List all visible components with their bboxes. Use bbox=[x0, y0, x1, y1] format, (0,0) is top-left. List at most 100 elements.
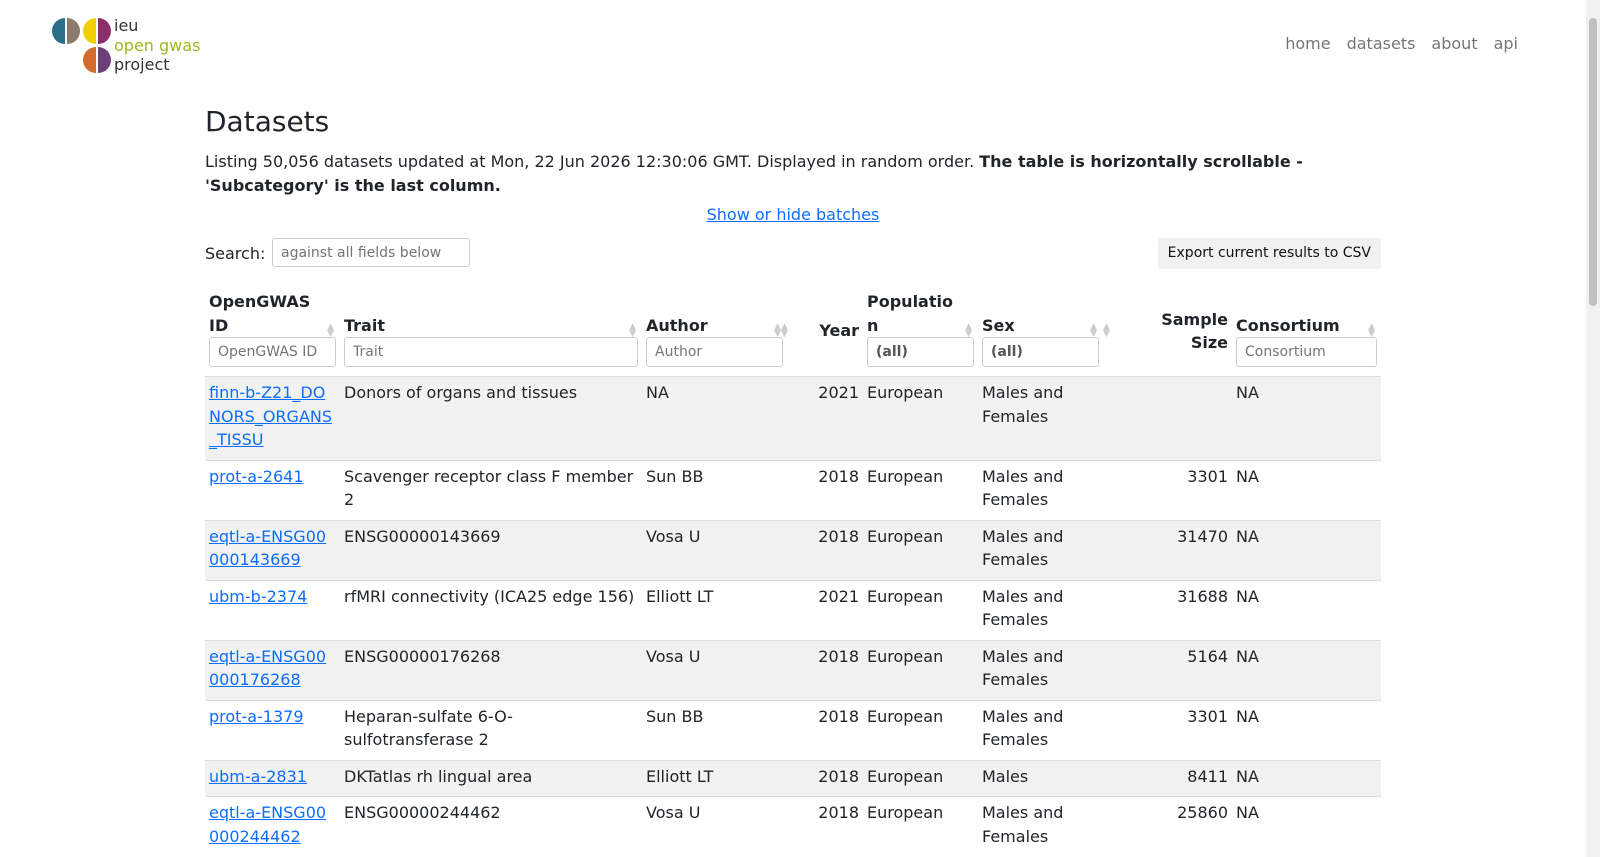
cell-consortium: NA bbox=[1232, 699, 1381, 760]
datasets-table: OpenGWAS ID ▲▼ Trait ▲▼ Author ▲▼ Year ▲… bbox=[205, 286, 1381, 856]
cell-trait: ENSG00000143669 bbox=[340, 519, 642, 580]
sort-icon: ▲ ▼ bbox=[965, 322, 972, 339]
cell-population: European bbox=[863, 376, 978, 460]
dataset-link[interactable]: eqtl-a-ENSG00000244462 bbox=[209, 803, 326, 846]
sort-icon: ▲ ▼ bbox=[774, 322, 781, 339]
cell-year: 2021 bbox=[787, 579, 863, 640]
cell-population: European bbox=[863, 796, 978, 856]
nav-about[interactable]: about bbox=[1431, 34, 1477, 53]
filter-consortium-input[interactable] bbox=[1236, 337, 1377, 367]
nav-datasets[interactable]: datasets bbox=[1347, 34, 1416, 53]
cell-trait: rfMRI connectivity (ICA25 edge 156) bbox=[340, 579, 642, 640]
show-hide-batches-link[interactable]: Show or hide batches bbox=[707, 205, 880, 224]
page-title: Datasets bbox=[205, 105, 330, 138]
cell-sex: Males and Females bbox=[978, 459, 1103, 520]
column-header-id[interactable]: OpenGWAS ID ▲ ▼ bbox=[205, 286, 340, 377]
table-body: finn-b-Z21_DONORS_ORGANS_TISSU Donors of… bbox=[205, 376, 1381, 856]
listing-description: Listing 50,056 datasets updated at Mon, … bbox=[205, 150, 1381, 197]
cell-year: 2018 bbox=[787, 796, 863, 856]
column-title-trait: Trait bbox=[344, 315, 385, 335]
dataset-link[interactable]: eqtl-a-ENSG00000143669 bbox=[209, 527, 326, 570]
global-search-input[interactable] bbox=[272, 238, 470, 267]
column-header-consortium[interactable]: Consortium ▲ ▼ bbox=[1232, 286, 1381, 377]
cell-consortium: NA bbox=[1232, 519, 1381, 580]
column-header-author[interactable]: Author ▲ ▼ bbox=[642, 286, 787, 377]
cell-id: eqtl-a-ENSG00000143669 bbox=[205, 519, 340, 580]
cell-id: ubm-a-2831 bbox=[205, 759, 340, 797]
cell-year: 2018 bbox=[787, 759, 863, 797]
search-label: Search: bbox=[205, 244, 266, 263]
sort-icon: ▲ ▼ bbox=[629, 322, 636, 339]
nav-home[interactable]: home bbox=[1285, 34, 1330, 53]
dataset-link[interactable]: eqtl-a-ENSG00000176268 bbox=[209, 647, 326, 690]
site-logo[interactable]: ieu open gwas project bbox=[52, 16, 212, 78]
cell-population: European bbox=[863, 459, 978, 520]
table-row: eqtl-a-ENSG00000244462 ENSG00000244462 V… bbox=[205, 796, 1381, 856]
cell-sample-size: 25860 bbox=[1103, 796, 1232, 856]
column-header-sample-size[interactable]: Sample Size ▲ ▼ bbox=[1103, 286, 1232, 377]
table-row: ubm-a-2831 DKTatlas rh lingual area Elli… bbox=[205, 759, 1381, 797]
cell-sample-size: 8411 bbox=[1103, 759, 1232, 797]
cell-consortium: NA bbox=[1232, 639, 1381, 700]
cell-author: Elliott LT bbox=[642, 759, 787, 797]
cell-id: eqtl-a-ENSG00000244462 bbox=[205, 796, 340, 856]
cell-population: European bbox=[863, 699, 978, 760]
cell-author: Vosa U bbox=[642, 796, 787, 856]
cell-population: European bbox=[863, 579, 978, 640]
logo-line-ieu: ieu bbox=[114, 16, 139, 35]
cell-sample-size: 31470 bbox=[1103, 519, 1232, 580]
cell-trait: ENSG00000176268 bbox=[340, 639, 642, 700]
cell-year: 2021 bbox=[787, 376, 863, 460]
column-title-population: Population bbox=[867, 292, 953, 335]
cell-trait: Donors of organs and tissues bbox=[340, 376, 642, 460]
filter-sex-select[interactable]: (all) bbox=[982, 337, 1099, 367]
cell-consortium: NA bbox=[1232, 759, 1381, 797]
nav-api[interactable]: api bbox=[1494, 34, 1518, 53]
dataset-link[interactable]: ubm-b-2374 bbox=[209, 587, 307, 606]
logo-line-project: project bbox=[114, 55, 170, 74]
cell-author: Vosa U bbox=[642, 519, 787, 580]
sort-icon: ▲ ▼ bbox=[327, 322, 334, 339]
cell-sample-size: 31688 bbox=[1103, 579, 1232, 640]
column-header-year[interactable]: Year ▲ ▼ bbox=[781, 286, 863, 377]
cell-author: Sun BB bbox=[642, 699, 787, 760]
table-row: prot-a-2641 Scavenger receptor class F m… bbox=[205, 459, 1381, 520]
cell-population: European bbox=[863, 639, 978, 700]
column-header-sex[interactable]: Sex ▲ ▼ (all) bbox=[978, 286, 1103, 377]
column-header-trait[interactable]: Trait ▲ ▼ bbox=[340, 286, 642, 377]
scrollbar-thumb[interactable] bbox=[1589, 18, 1597, 306]
cell-year: 2018 bbox=[787, 699, 863, 760]
dataset-link[interactable]: finn-b-Z21_DONORS_ORGANS_TISSU bbox=[209, 383, 332, 449]
sort-icon: ▲ ▼ bbox=[1090, 322, 1097, 339]
cell-sex: Males and Females bbox=[978, 639, 1103, 700]
table-header-row: OpenGWAS ID ▲▼ Trait ▲▼ Author ▲▼ Year ▲… bbox=[205, 286, 1381, 377]
column-header-population[interactable]: Population ▲ ▼ (all) bbox=[863, 286, 978, 377]
export-csv-button[interactable]: Export current results to CSV bbox=[1157, 238, 1381, 269]
dataset-link[interactable]: prot-a-2641 bbox=[209, 467, 304, 486]
dataset-link[interactable]: prot-a-1379 bbox=[209, 707, 304, 726]
table-row: finn-b-Z21_DONORS_ORGANS_TISSU Donors of… bbox=[205, 376, 1381, 460]
dataset-link[interactable]: ubm-a-2831 bbox=[209, 767, 307, 786]
column-title-id: OpenGWAS ID bbox=[209, 292, 311, 335]
cell-sex: Males and Females bbox=[978, 796, 1103, 856]
filter-author-input[interactable] bbox=[646, 337, 783, 367]
logo-mark-icon bbox=[52, 18, 111, 73]
page-scrollbar[interactable] bbox=[1586, 0, 1600, 857]
cell-population: European bbox=[863, 759, 978, 797]
cell-trait: ENSG00000244462 bbox=[340, 796, 642, 856]
site-header: ieu open gwas project home datasets abou… bbox=[0, 0, 1586, 90]
cell-sex: Males bbox=[978, 759, 1103, 797]
cell-id: ubm-b-2374 bbox=[205, 579, 340, 640]
cell-year: 2018 bbox=[787, 639, 863, 700]
filter-trait-input[interactable] bbox=[344, 337, 638, 367]
cell-consortium: NA bbox=[1232, 376, 1381, 460]
logo-line-open-gwas: open gwas bbox=[114, 35, 201, 55]
table-row: eqtl-a-ENSG00000143669 ENSG00000143669 V… bbox=[205, 519, 1381, 580]
cell-id: prot-a-1379 bbox=[205, 699, 340, 760]
filter-population-select[interactable]: (all) bbox=[867, 337, 974, 367]
cell-consortium: NA bbox=[1232, 459, 1381, 520]
filter-id-input[interactable] bbox=[209, 337, 336, 367]
cell-trait: Scavenger receptor class F member 2 bbox=[340, 459, 642, 520]
main-content: Datasets Listing 50,056 datasets updated… bbox=[205, 100, 1381, 856]
cell-sample-size: 3301 bbox=[1103, 459, 1232, 520]
